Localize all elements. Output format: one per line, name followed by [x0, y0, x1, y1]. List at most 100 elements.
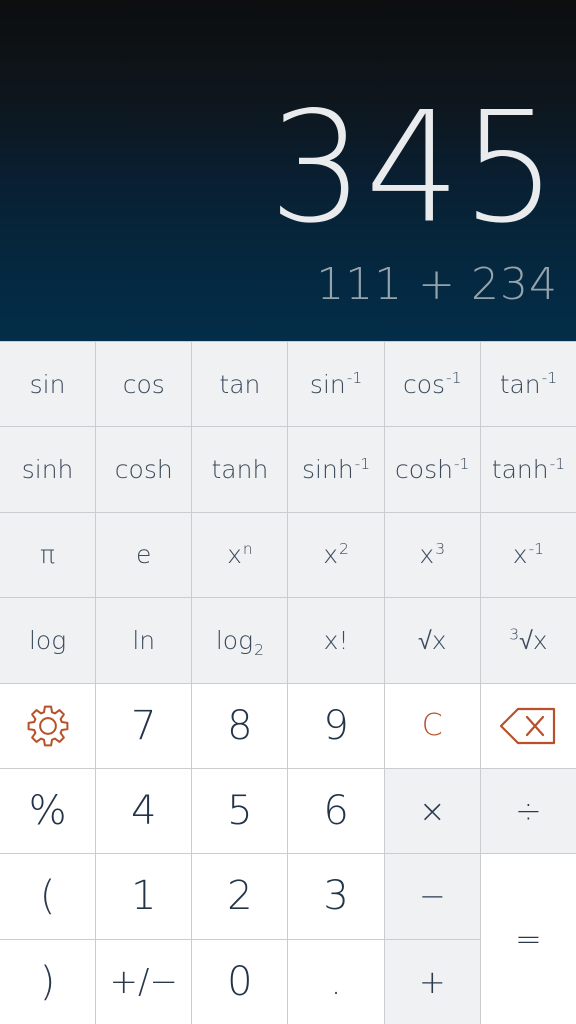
calculator-display: 345 111 + 234: [0, 0, 576, 341]
key-log10[interactable]: log: [0, 598, 96, 683]
key-label: %: [28, 788, 67, 835]
key-label-superscript: 2: [339, 540, 349, 559]
key-label-base: cos: [402, 369, 446, 399]
key-cube-root[interactable]: 3√x: [480, 598, 576, 683]
key-subtract[interactable]: −: [384, 854, 480, 939]
key-label-superscript: -1: [346, 369, 363, 388]
key-label-base: x: [227, 540, 242, 570]
key-label: tanh: [211, 455, 269, 485]
key-pi[interactable]: π: [0, 512, 96, 598]
key-label: 9: [323, 702, 349, 749]
key-digit-6[interactable]: 6: [288, 768, 384, 854]
key-cosh[interactable]: cosh: [96, 427, 192, 512]
key-label-superscript: -1: [446, 369, 462, 388]
key-label-base: √x: [519, 625, 548, 655]
key-label: =: [515, 920, 542, 959]
key-open-paren[interactable]: (: [0, 854, 96, 939]
key-digit-0[interactable]: 0: [192, 939, 288, 1024]
key-label-base: x: [323, 540, 339, 570]
key-tan[interactable]: tan: [192, 342, 288, 427]
key-sign-toggle[interactable]: +/−: [96, 939, 192, 1024]
key-equals[interactable]: =: [480, 854, 576, 1024]
key-sinh[interactable]: sinh: [0, 427, 96, 512]
key-label: tan: [219, 369, 261, 399]
key-label-presuperscript: 3: [509, 625, 520, 644]
key-acosh[interactable]: cosh-1: [384, 427, 480, 512]
key-asinh[interactable]: sinh-1: [288, 427, 384, 512]
key-label: x!: [323, 625, 349, 655]
key-label: C: [421, 707, 443, 743]
key-label: 6: [323, 788, 349, 835]
key-reciprocal[interactable]: x-1: [480, 512, 576, 598]
key-label-superscript: -1: [549, 454, 566, 473]
key-log2[interactable]: log2: [192, 598, 288, 683]
key-tanh[interactable]: tanh: [192, 427, 288, 512]
key-asin[interactable]: sin-1: [288, 342, 384, 427]
key-label: cosh: [114, 455, 173, 485]
key-label: π: [40, 540, 56, 570]
key-label-subscript: 2: [254, 640, 264, 659]
key-atanh[interactable]: tanh-1: [480, 427, 576, 512]
key-label: ÷: [515, 792, 542, 831]
key-backspace[interactable]: [480, 683, 576, 768]
key-digit-4[interactable]: 4: [96, 768, 192, 854]
result-value: 345: [268, 79, 558, 258]
key-label: sinh-1: [302, 454, 371, 485]
key-label: cos: [122, 369, 165, 399]
key-label: ×: [418, 792, 446, 831]
key-decimal-point[interactable]: .: [288, 939, 384, 1024]
key-factorial[interactable]: x!: [288, 598, 384, 683]
key-label-superscript: -1: [354, 454, 371, 473]
key-label: tan-1: [500, 371, 557, 397]
key-label: (: [39, 873, 56, 920]
key-atan[interactable]: tan-1: [480, 342, 576, 427]
key-percent[interactable]: %: [0, 768, 96, 854]
key-label: log2: [215, 625, 264, 658]
key-label-base: sin: [309, 369, 346, 399]
key-acos[interactable]: cos-1: [384, 342, 480, 427]
key-label-superscript: 3: [435, 540, 446, 559]
key-label-base: tanh: [491, 455, 549, 485]
key-label: 4: [131, 788, 157, 835]
key-label-superscript: -1: [453, 454, 470, 473]
key-label: 5: [227, 788, 253, 835]
key-natural-log[interactable]: ln: [96, 598, 192, 683]
key-digit-9[interactable]: 9: [288, 683, 384, 768]
key-cos[interactable]: cos: [96, 342, 192, 427]
key-label-base: sinh: [302, 455, 354, 485]
calculator-keypad: sin cos tan sin-1 cos-1 tan-1 sinh cosh tanh sinh…: [0, 341, 576, 1024]
key-add[interactable]: +: [384, 939, 480, 1024]
key-label-base: x: [419, 540, 435, 570]
key-sin[interactable]: sin: [0, 342, 96, 427]
key-digit-7[interactable]: 7: [96, 683, 192, 768]
backspace-icon: [499, 706, 557, 746]
key-label: ln: [132, 625, 156, 655]
key-square[interactable]: x2: [288, 512, 384, 598]
key-label: xn: [227, 540, 253, 570]
calculator-app: 345 111 + 234 sin cos tan sin-1 cos-1 tan-1 si…: [0, 0, 576, 1024]
key-label: 7: [131, 702, 157, 749]
key-label: 2: [227, 873, 253, 920]
key-label: sin-1: [309, 369, 363, 399]
key-label-superscript: n: [242, 540, 253, 559]
key-digit-1[interactable]: 1: [96, 854, 192, 939]
key-label: tanh-1: [491, 454, 566, 485]
key-label: +/−: [109, 961, 178, 1002]
key-label: 0: [227, 958, 253, 1005]
key-divide[interactable]: ÷: [480, 768, 576, 854]
key-label: e: [136, 540, 152, 570]
key-digit-8[interactable]: 8: [192, 683, 288, 768]
key-digit-5[interactable]: 5: [192, 768, 288, 854]
key-label: log: [28, 625, 67, 655]
key-clear[interactable]: C: [384, 683, 480, 768]
key-label-base: log: [215, 625, 254, 655]
key-cube[interactable]: x3: [384, 512, 480, 598]
key-multiply[interactable]: ×: [384, 768, 480, 854]
key-power-n[interactable]: xn: [192, 512, 288, 598]
key-euler-e[interactable]: e: [96, 512, 192, 598]
key-digit-2[interactable]: 2: [192, 854, 288, 939]
key-close-paren[interactable]: ): [0, 939, 96, 1024]
key-digit-3[interactable]: 3: [288, 854, 384, 939]
key-settings[interactable]: [0, 683, 96, 768]
key-square-root[interactable]: √x: [384, 598, 480, 683]
